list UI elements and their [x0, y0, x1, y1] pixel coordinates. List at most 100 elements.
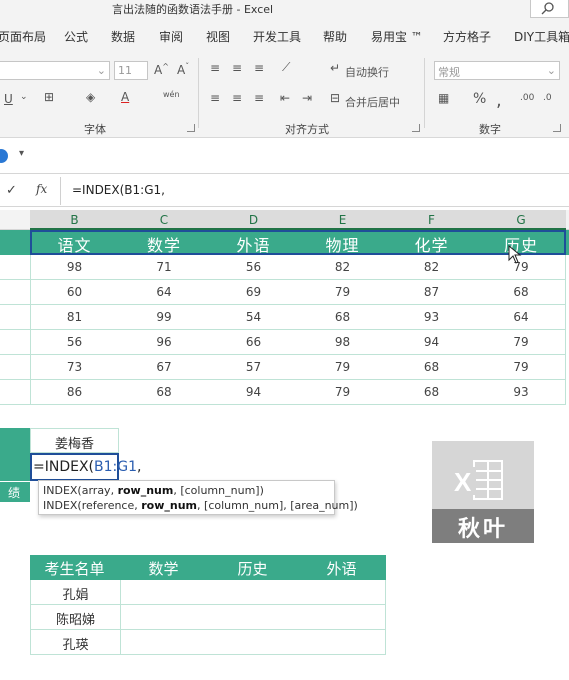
font-family-select[interactable]: ⌄ [0, 61, 110, 80]
data-cell[interactable]: 56 [30, 335, 119, 349]
percent-icon[interactable]: % [473, 91, 486, 107]
header-cell[interactable]: 化学 [387, 232, 476, 256]
alignment-dialog-launcher[interactable] [412, 124, 420, 132]
customize-qat-icon[interactable]: ▾ [19, 148, 24, 159]
data-cell[interactable]: 99 [119, 310, 209, 324]
autosave-icon[interactable] [0, 149, 8, 163]
accounting-format-icon[interactable]: ▦ [438, 91, 449, 105]
column-header-g[interactable]: G [476, 210, 566, 230]
signature-reference-form[interactable]: INDEX(reference, row_num, [column_num], … [43, 498, 358, 513]
data-cell[interactable]: 54 [209, 310, 298, 324]
data-cell[interactable]: 56 [209, 260, 298, 274]
header-cell[interactable]: 历史 [208, 558, 297, 579]
data-cell[interactable]: 96 [119, 335, 209, 349]
font-size-select[interactable]: 11 [114, 61, 148, 80]
data-cell[interactable]: 98 [298, 335, 387, 349]
wrap-text-button[interactable]: 自动换行 [345, 64, 389, 80]
data-cell[interactable]: 79 [476, 360, 566, 374]
formula-edit-cell[interactable]: =INDEX(B1:G1, [30, 453, 141, 481]
merge-icon[interactable]: ⊟ [330, 91, 340, 105]
column-header-d[interactable]: D [209, 210, 298, 230]
data-cell[interactable]: 94 [387, 335, 476, 349]
orientation-icon[interactable]: ⟋ [282, 60, 290, 75]
decrease-indent-icon[interactable]: ⇤ [280, 91, 290, 105]
data-cell[interactable]: 98 [30, 260, 119, 274]
header-cell[interactable]: 数学 [119, 232, 209, 256]
data-cell[interactable]: 87 [387, 285, 476, 299]
insert-function-button[interactable]: fx [36, 182, 47, 196]
data-cell[interactable]: 79 [298, 385, 387, 399]
data-cell[interactable]: 93 [387, 310, 476, 324]
tab-data[interactable]: 数据 [111, 28, 135, 45]
data-cell[interactable]: 66 [209, 335, 298, 349]
data-cell[interactable]: 73 [30, 360, 119, 374]
data-cell[interactable]: 82 [387, 260, 476, 274]
signature-array-form[interactable]: INDEX(array, row_num, [column_num]) [43, 483, 330, 498]
header-cell[interactable]: 外语 [297, 558, 386, 579]
column-header-c[interactable]: C [119, 210, 209, 230]
data-cell[interactable]: 79 [476, 335, 566, 349]
header-cell[interactable]: 语文 [30, 232, 119, 256]
tab-yiyongbao[interactable]: 易用宝 ™ [371, 28, 423, 45]
tab-formulas[interactable]: 公式 [64, 28, 88, 45]
data-cell[interactable]: 86 [30, 385, 119, 399]
formula-input[interactable]: =INDEX(B1:G1, [72, 183, 165, 197]
number-dialog-launcher[interactable] [553, 124, 561, 132]
data-cell[interactable]: 68 [387, 385, 476, 399]
tab-diy-toolbox[interactable]: DIY工具箱 [514, 28, 569, 45]
font-color-icon[interactable]: A [121, 90, 129, 104]
data-cell[interactable]: 94 [209, 385, 298, 399]
tab-view[interactable]: 视图 [206, 28, 230, 45]
tab-review[interactable]: 审阅 [159, 28, 183, 45]
data-cell[interactable]: 57 [209, 360, 298, 374]
borders-icon[interactable]: ⊞ [44, 90, 54, 104]
comma-style-icon[interactable]: , [496, 90, 502, 111]
align-bottom-icon[interactable]: ≡ [254, 61, 264, 75]
data-cell[interactable]: 67 [119, 360, 209, 374]
data-cell[interactable]: 79 [298, 360, 387, 374]
align-left-icon[interactable]: ≡ [210, 91, 220, 105]
data-cell[interactable]: 79 [298, 285, 387, 299]
fill-color-icon[interactable]: ◈ [86, 90, 95, 104]
header-cell[interactable]: 物理 [298, 232, 387, 256]
data-cell[interactable]: 71 [119, 260, 209, 274]
merge-center-button[interactable]: 合并后居中 [345, 94, 400, 110]
enter-check-icon[interactable]: ✓ [6, 183, 17, 198]
data-cell[interactable]: 68 [119, 385, 209, 399]
data-cell[interactable]: 64 [119, 285, 209, 299]
data-cell[interactable]: 82 [298, 260, 387, 274]
student-name-cell[interactable]: 孔娟 [31, 584, 120, 603]
header-cell[interactable]: 数学 [119, 558, 208, 579]
decrease-decimal-icon[interactable]: .0 [543, 93, 552, 103]
header-cell[interactable]: 考生名单 [30, 558, 119, 579]
column-header-e[interactable]: E [298, 210, 387, 230]
tab-developer[interactable]: 开发工具 [253, 28, 301, 45]
data-cell[interactable]: 64 [476, 310, 566, 324]
tab-page-layout[interactable]: 页面布局 [0, 28, 46, 45]
increase-indent-icon[interactable]: ⇥ [302, 91, 312, 105]
increase-font-icon[interactable]: A^ [154, 62, 169, 77]
data-cell[interactable]: 93 [476, 385, 566, 399]
tab-help[interactable]: 帮助 [323, 28, 347, 45]
student-name-cell[interactable]: 姜梅香 [30, 428, 119, 453]
chevron-down-icon[interactable]: ⌄ [20, 92, 28, 102]
align-top-icon[interactable]: ≡ [210, 61, 220, 75]
column-header-b[interactable]: B [30, 210, 119, 230]
data-cell[interactable]: 68 [298, 310, 387, 324]
underline-icon[interactable]: U [4, 92, 13, 106]
data-cell[interactable]: 68 [387, 360, 476, 374]
number-format-select[interactable]: 常规 ⌄ [434, 61, 560, 80]
decrease-font-icon[interactable]: Aˇ [177, 62, 189, 77]
font-dialog-launcher[interactable] [187, 124, 195, 132]
column-header-f[interactable]: F [387, 210, 476, 230]
phonetic-icon[interactable]: wén [163, 90, 180, 99]
increase-decimal-icon[interactable]: .00 [520, 93, 534, 103]
align-center-icon[interactable]: ≡ [232, 91, 242, 105]
align-middle-icon[interactable]: ≡ [232, 61, 242, 75]
student-name-cell[interactable]: 陈昭娣 [31, 609, 120, 628]
header-cell[interactable]: 外语 [209, 232, 298, 256]
wrap-text-icon[interactable]: ↵ [330, 61, 340, 75]
data-cell[interactable]: 69 [209, 285, 298, 299]
function-signature-tooltip[interactable]: INDEX(array, row_num, [column_num]) INDE… [38, 480, 358, 515]
data-cell[interactable]: 68 [476, 285, 566, 299]
